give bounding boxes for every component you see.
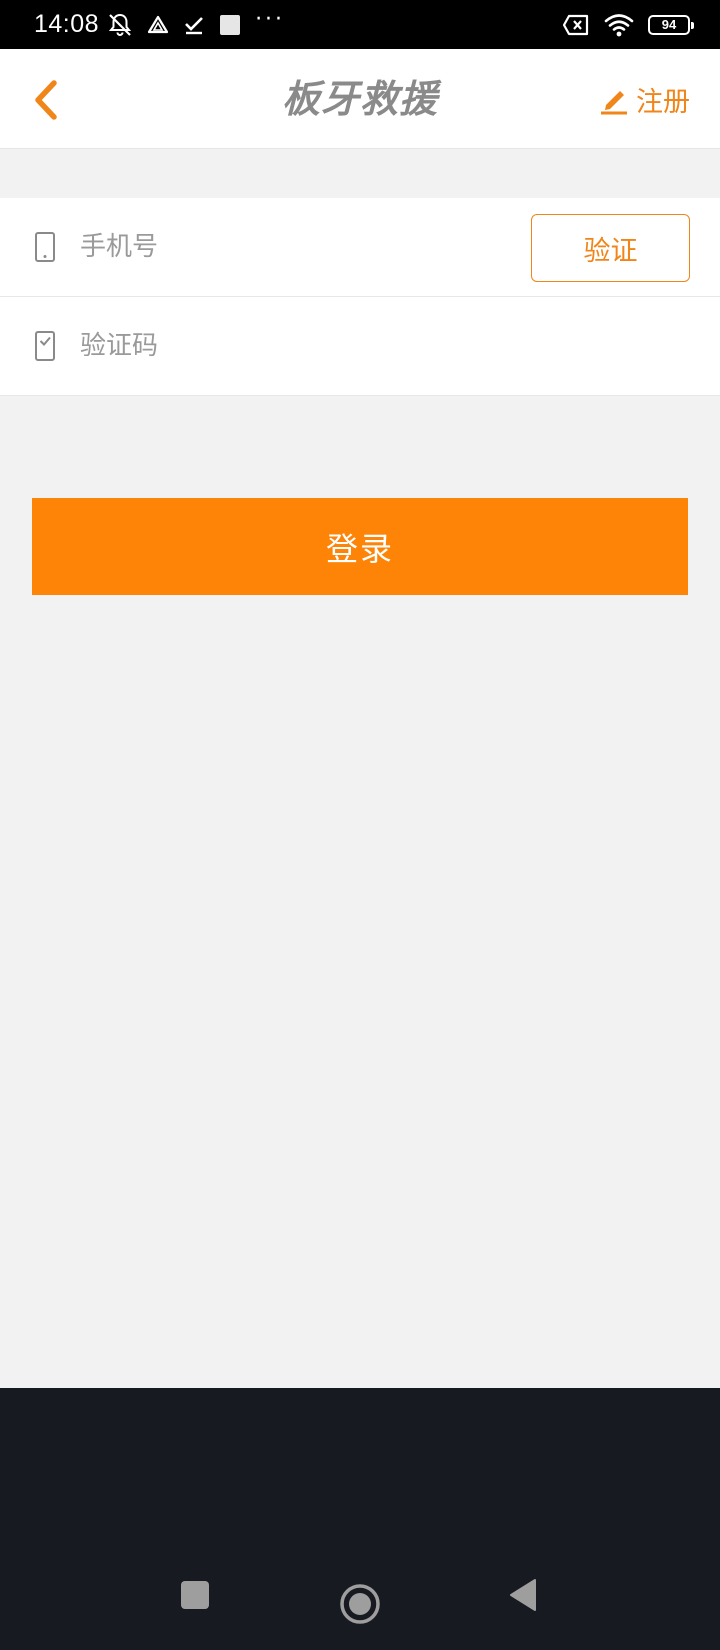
register-label: 注册 [636,86,690,118]
phone-row: 验证 [0,198,720,297]
home-circle-icon[interactable] [338,1582,382,1626]
verification-code-input[interactable] [80,316,500,376]
verification-code-icon [32,329,58,363]
phone-input[interactable] [80,217,500,277]
login-screen: 14:08 ··· 94 板牙救援 注册 手机号 验证 验证码 登录 [0,0,720,1650]
more-notifications-icon: ··· [255,6,286,32]
phone-icon [32,230,58,264]
battery-icon: 94 [648,14,694,35]
login-form: 验证 [0,198,720,396]
back-triangle-icon[interactable] [506,1578,540,1612]
checkmark-icon [183,14,205,36]
pencil-icon [601,91,627,115]
square-app-icon [219,14,241,36]
status-time: 14:08 [34,10,100,38]
status-bar: 14:08 ··· 94 [0,0,720,49]
recents-square-icon[interactable] [178,1578,212,1612]
wifi-icon [604,13,634,37]
register-button[interactable]: 注册 [598,79,690,119]
status-right-icons: 94 [562,13,694,37]
bell-off-icon [107,12,133,38]
code-row [0,297,720,396]
status-left-icons: ··· [107,6,286,38]
verify-button[interactable]: 验证 [531,214,690,282]
app-header: 板牙救援 注册 [0,49,720,149]
sim-missing-icon [562,14,590,36]
triangle-app-icon [147,14,169,36]
login-button[interactable]: 登录 [32,498,688,595]
